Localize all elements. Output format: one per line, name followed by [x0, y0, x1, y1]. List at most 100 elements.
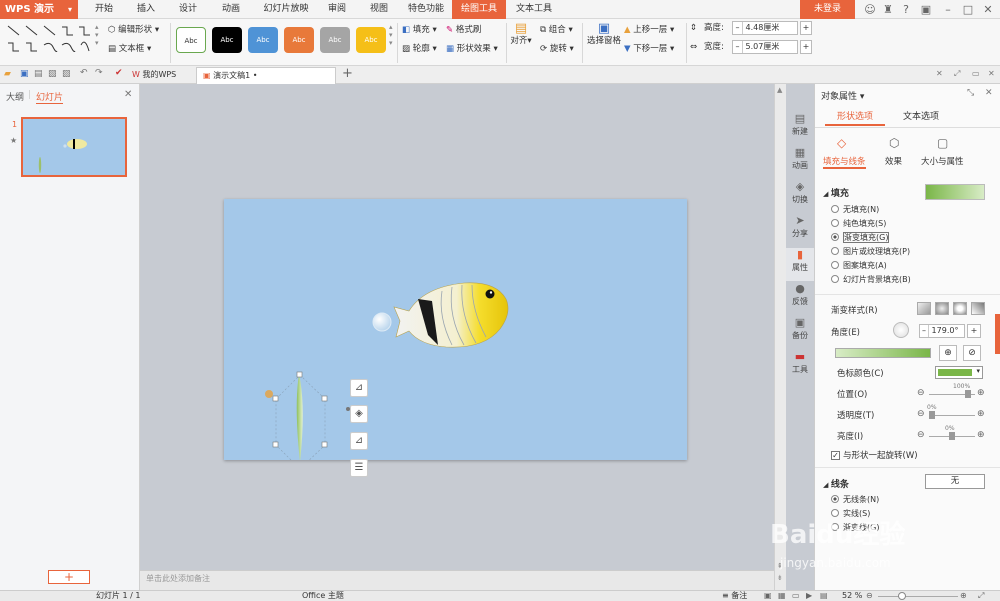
- radio-no-line[interactable]: 无线条(N): [831, 493, 879, 506]
- shape-style-4[interactable]: Abc: [284, 27, 314, 53]
- position-plus-icon[interactable]: ⊕: [977, 388, 985, 398]
- tab-document[interactable]: ▣ 演示文稿1 •: [196, 67, 336, 84]
- menu-slideshow[interactable]: 幻灯片放映: [257, 0, 315, 19]
- radio-picture-fill[interactable]: 图片或纹理填充(P): [831, 245, 910, 258]
- zoom-level[interactable]: 52 %: [842, 591, 862, 601]
- app-logo[interactable]: WPS 演示: [0, 0, 78, 19]
- sidebar-feedback[interactable]: ● 反馈: [786, 282, 814, 315]
- outline-float-icon[interactable]: ⊿: [350, 432, 368, 450]
- pin-icon[interactable]: ✕: [936, 69, 943, 78]
- radio-pattern-fill[interactable]: 图案填充(A): [831, 259, 887, 272]
- effect-icon[interactable]: ⬡: [889, 136, 899, 150]
- brightness-plus-icon[interactable]: ⊕: [977, 430, 985, 440]
- format-brush-button[interactable]: ✎ 格式刷: [446, 24, 481, 36]
- menu-view[interactable]: 视图: [362, 0, 396, 19]
- radio-solid-fill[interactable]: 纯色填充(S): [831, 217, 886, 230]
- decrement-icon[interactable]: –: [733, 22, 743, 34]
- subtab-size[interactable]: 大小与属性: [921, 155, 964, 167]
- subtab-effect[interactable]: 效果: [885, 155, 902, 167]
- fit-window-icon[interactable]: ⤢: [978, 591, 984, 601]
- new-tab-icon[interactable]: +: [342, 66, 353, 81]
- close-panel-icon[interactable]: ✕: [124, 89, 132, 100]
- fill-section-header[interactable]: ◢ 填充: [823, 186, 849, 199]
- menu-drawing-tools[interactable]: 绘图工具: [452, 0, 506, 19]
- reading-view-icon[interactable]: ▭: [792, 591, 800, 601]
- scroll-up-icon[interactable]: ▲: [777, 86, 782, 94]
- height-increment-button[interactable]: +: [800, 21, 812, 35]
- menu-home[interactable]: 开始: [86, 0, 122, 19]
- shape-style-5[interactable]: Abc: [320, 27, 350, 53]
- gradient-rect-icon[interactable]: [953, 302, 967, 315]
- normal-view-icon[interactable]: ▣: [764, 591, 772, 601]
- menu-special[interactable]: 特色功能: [402, 0, 450, 19]
- gallery-scroll-icon[interactable]: ▴ ▾ ▾: [95, 23, 99, 47]
- bring-forward-button[interactable]: ▲ 上移一层 ▾: [624, 24, 674, 36]
- next-slide-icon[interactable]: ⇟: [777, 574, 783, 582]
- maximize-icon[interactable]: □: [960, 2, 976, 17]
- sidebar-switch[interactable]: ◈ 切换: [786, 180, 814, 213]
- gradient-radial-icon[interactable]: [935, 302, 949, 315]
- print-icon[interactable]: ▤: [34, 69, 43, 79]
- radio-no-fill[interactable]: 无填充(N): [831, 203, 879, 216]
- angle-input[interactable]: – 179.0°: [919, 324, 965, 338]
- preview-icon[interactable]: ▧: [48, 69, 57, 79]
- sorter-view-icon[interactable]: ▦: [778, 591, 786, 601]
- help-icon[interactable]: ?: [898, 2, 914, 17]
- shape-style-6[interactable]: Abc: [356, 27, 386, 53]
- tab-close-icon[interactable]: ✕: [988, 69, 995, 78]
- fill-line-icon[interactable]: ◇: [837, 136, 846, 150]
- brightness-handle[interactable]: [949, 432, 955, 440]
- slide-canvas[interactable]: [224, 199, 687, 460]
- sidebar-share[interactable]: ➤ 分享: [786, 214, 814, 247]
- tab-my-wps[interactable]: W 我的WPS: [126, 67, 182, 84]
- menu-review[interactable]: 审阅: [320, 0, 354, 19]
- transparency-minus-icon[interactable]: ⊖: [917, 409, 925, 419]
- gradient-bar[interactable]: [835, 348, 931, 358]
- fill-float-icon[interactable]: ◈: [350, 405, 368, 423]
- sidebar-new[interactable]: ▤ 新建: [786, 112, 814, 145]
- open-icon[interactable]: ▰: [4, 69, 11, 79]
- notes-pane[interactable]: 单击此处添加备注: [140, 570, 774, 590]
- close-icon[interactable]: ✕: [980, 2, 996, 17]
- slide-thumbnail[interactable]: [21, 117, 127, 177]
- style-scroll-icon[interactable]: ▴ ▾ ▾: [389, 23, 393, 47]
- panel-collapse-tab[interactable]: [995, 314, 1000, 354]
- line-preview[interactable]: 无: [925, 474, 985, 489]
- add-stop-icon[interactable]: ⊕: [939, 345, 957, 361]
- undo-icon[interactable]: ↶: [80, 68, 88, 78]
- save-icon[interactable]: ▣: [20, 69, 29, 79]
- remove-stop-icon[interactable]: ⊘: [963, 345, 981, 361]
- menu-design[interactable]: 设计: [170, 0, 206, 19]
- shape-gallery[interactable]: [5, 23, 93, 59]
- zoom-out-icon[interactable]: ⊖: [866, 591, 873, 601]
- sidebar-property[interactable]: ▮ 属性: [786, 248, 814, 281]
- redo-icon[interactable]: ↷: [95, 68, 103, 78]
- shape-style-2[interactable]: Abc: [212, 27, 242, 53]
- shape-style-1[interactable]: Abc: [176, 27, 206, 53]
- layer-float-icon[interactable]: ☰: [350, 459, 368, 477]
- decrement-icon[interactable]: –: [733, 41, 743, 53]
- height-input[interactable]: – 4.48厘米: [732, 21, 798, 35]
- shape-style-3[interactable]: Abc: [248, 27, 278, 53]
- stop-color-picker[interactable]: ▾: [935, 366, 983, 379]
- play-icon[interactable]: ▶: [806, 591, 812, 601]
- menu-insert[interactable]: 插入: [128, 0, 164, 19]
- chevron-down-icon[interactable]: ▾: [68, 5, 72, 14]
- line-shapes-icon[interactable]: [5, 23, 93, 59]
- size-icon[interactable]: ▢: [937, 136, 948, 150]
- minimize-icon[interactable]: –: [940, 2, 956, 17]
- fill-preview[interactable]: [925, 184, 985, 200]
- radio-background-fill[interactable]: 幻灯片背景填充(B): [831, 273, 911, 286]
- close-icon[interactable]: ✕: [985, 88, 993, 98]
- mini-icon[interactable]: ▭: [972, 69, 980, 78]
- panel-title[interactable]: 对象属性 ▾: [821, 89, 864, 102]
- gradient-linear-icon[interactable]: [917, 302, 931, 315]
- zoom-slider[interactable]: [878, 596, 958, 597]
- sidebar-backup[interactable]: ▣ 备份: [786, 316, 814, 349]
- brightness-minus-icon[interactable]: ⊖: [917, 430, 925, 440]
- selection-pane-button[interactable]: ▣ 选择窗格: [586, 22, 622, 47]
- subtab-fill-line[interactable]: 填充与线条: [823, 155, 866, 169]
- tab-text-options[interactable]: 文本选项: [891, 110, 951, 126]
- send-backward-button[interactable]: ▼ 下移一层 ▾: [624, 43, 674, 55]
- shape-effect-button[interactable]: ▦ 形状效果 ▾: [446, 43, 498, 55]
